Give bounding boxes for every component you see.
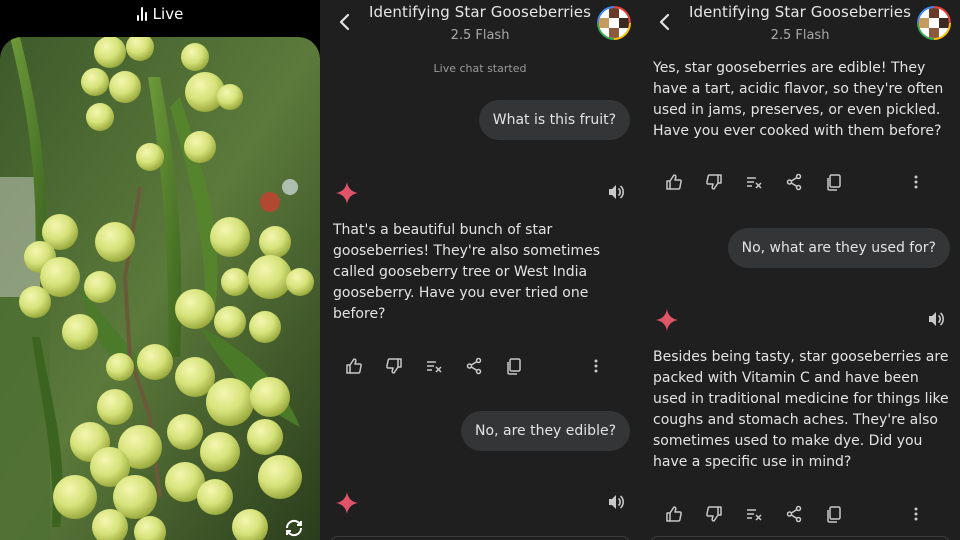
response-actions xyxy=(665,505,927,523)
copy-icon[interactable] xyxy=(825,173,843,191)
live-indicator: Live xyxy=(0,2,320,26)
response-actions xyxy=(665,173,927,191)
user-message: No, are they edible? xyxy=(461,411,630,451)
camera-preview xyxy=(0,37,320,540)
conversation-title: Identifying Star Gooseberries xyxy=(688,3,912,21)
copy-icon[interactable] xyxy=(825,505,843,523)
system-note: Live chat started xyxy=(433,62,527,75)
conversation-title: Identifying Star Gooseberries xyxy=(368,3,592,21)
user-message: No, what are they used for? xyxy=(727,228,950,268)
response-actions xyxy=(345,357,607,375)
thumbs-down-icon[interactable] xyxy=(705,173,723,191)
thumbs-up-icon[interactable] xyxy=(665,505,683,523)
share-icon[interactable] xyxy=(785,505,803,523)
model-label[interactable]: 2.5 Flash xyxy=(320,28,640,43)
more-vert-icon[interactable] xyxy=(908,173,924,191)
thumbs-down-icon[interactable] xyxy=(385,357,403,375)
copy-icon[interactable] xyxy=(505,357,523,375)
more-vert-icon[interactable] xyxy=(908,505,924,523)
share-icon[interactable] xyxy=(785,173,803,191)
sparkle-icon xyxy=(656,309,678,331)
chat-panel-scrolled: Identifying Star Gooseberries 2.5 Flash … xyxy=(640,0,960,540)
input-bar[interactable] xyxy=(330,536,630,540)
chat-header: Identifying Star Gooseberries 2.5 Flash xyxy=(320,0,640,52)
modify-response-icon[interactable] xyxy=(745,505,763,523)
thumbs-up-icon[interactable] xyxy=(665,173,683,191)
camera-panel: Live xyxy=(0,0,320,540)
speaker-icon[interactable] xyxy=(607,493,625,511)
user-message: What is this fruit? xyxy=(478,100,630,140)
modify-response-icon[interactable] xyxy=(745,173,763,191)
speaker-icon[interactable] xyxy=(607,183,625,201)
model-label[interactable]: 2.5 Flash xyxy=(640,28,960,43)
avatar[interactable] xyxy=(917,6,951,40)
input-bar[interactable] xyxy=(650,536,950,540)
waveform-icon xyxy=(136,7,147,21)
flip-camera-icon[interactable] xyxy=(282,516,306,540)
more-vert-icon[interactable] xyxy=(588,357,604,375)
live-label: Live xyxy=(152,5,184,23)
model-response: That's a beautiful bunch of star goosebe… xyxy=(333,222,601,322)
chat-panel: Identifying Star Gooseberries 2.5 Flash … xyxy=(320,0,640,540)
camera-feed-image xyxy=(0,37,320,540)
model-response: Besides being tasty, star gooseberries a… xyxy=(653,349,949,470)
sparkle-icon xyxy=(336,182,358,204)
share-icon[interactable] xyxy=(465,357,483,375)
chat-header: Identifying Star Gooseberries 2.5 Flash xyxy=(640,0,960,52)
avatar[interactable] xyxy=(597,6,631,40)
thumbs-down-icon[interactable] xyxy=(705,505,723,523)
sparkle-icon xyxy=(336,492,358,514)
thumbs-up-icon[interactable] xyxy=(345,357,363,375)
model-response: Yes, star gooseberries are edible! They … xyxy=(653,60,944,139)
speaker-icon[interactable] xyxy=(927,310,945,328)
modify-response-icon[interactable] xyxy=(425,357,443,375)
